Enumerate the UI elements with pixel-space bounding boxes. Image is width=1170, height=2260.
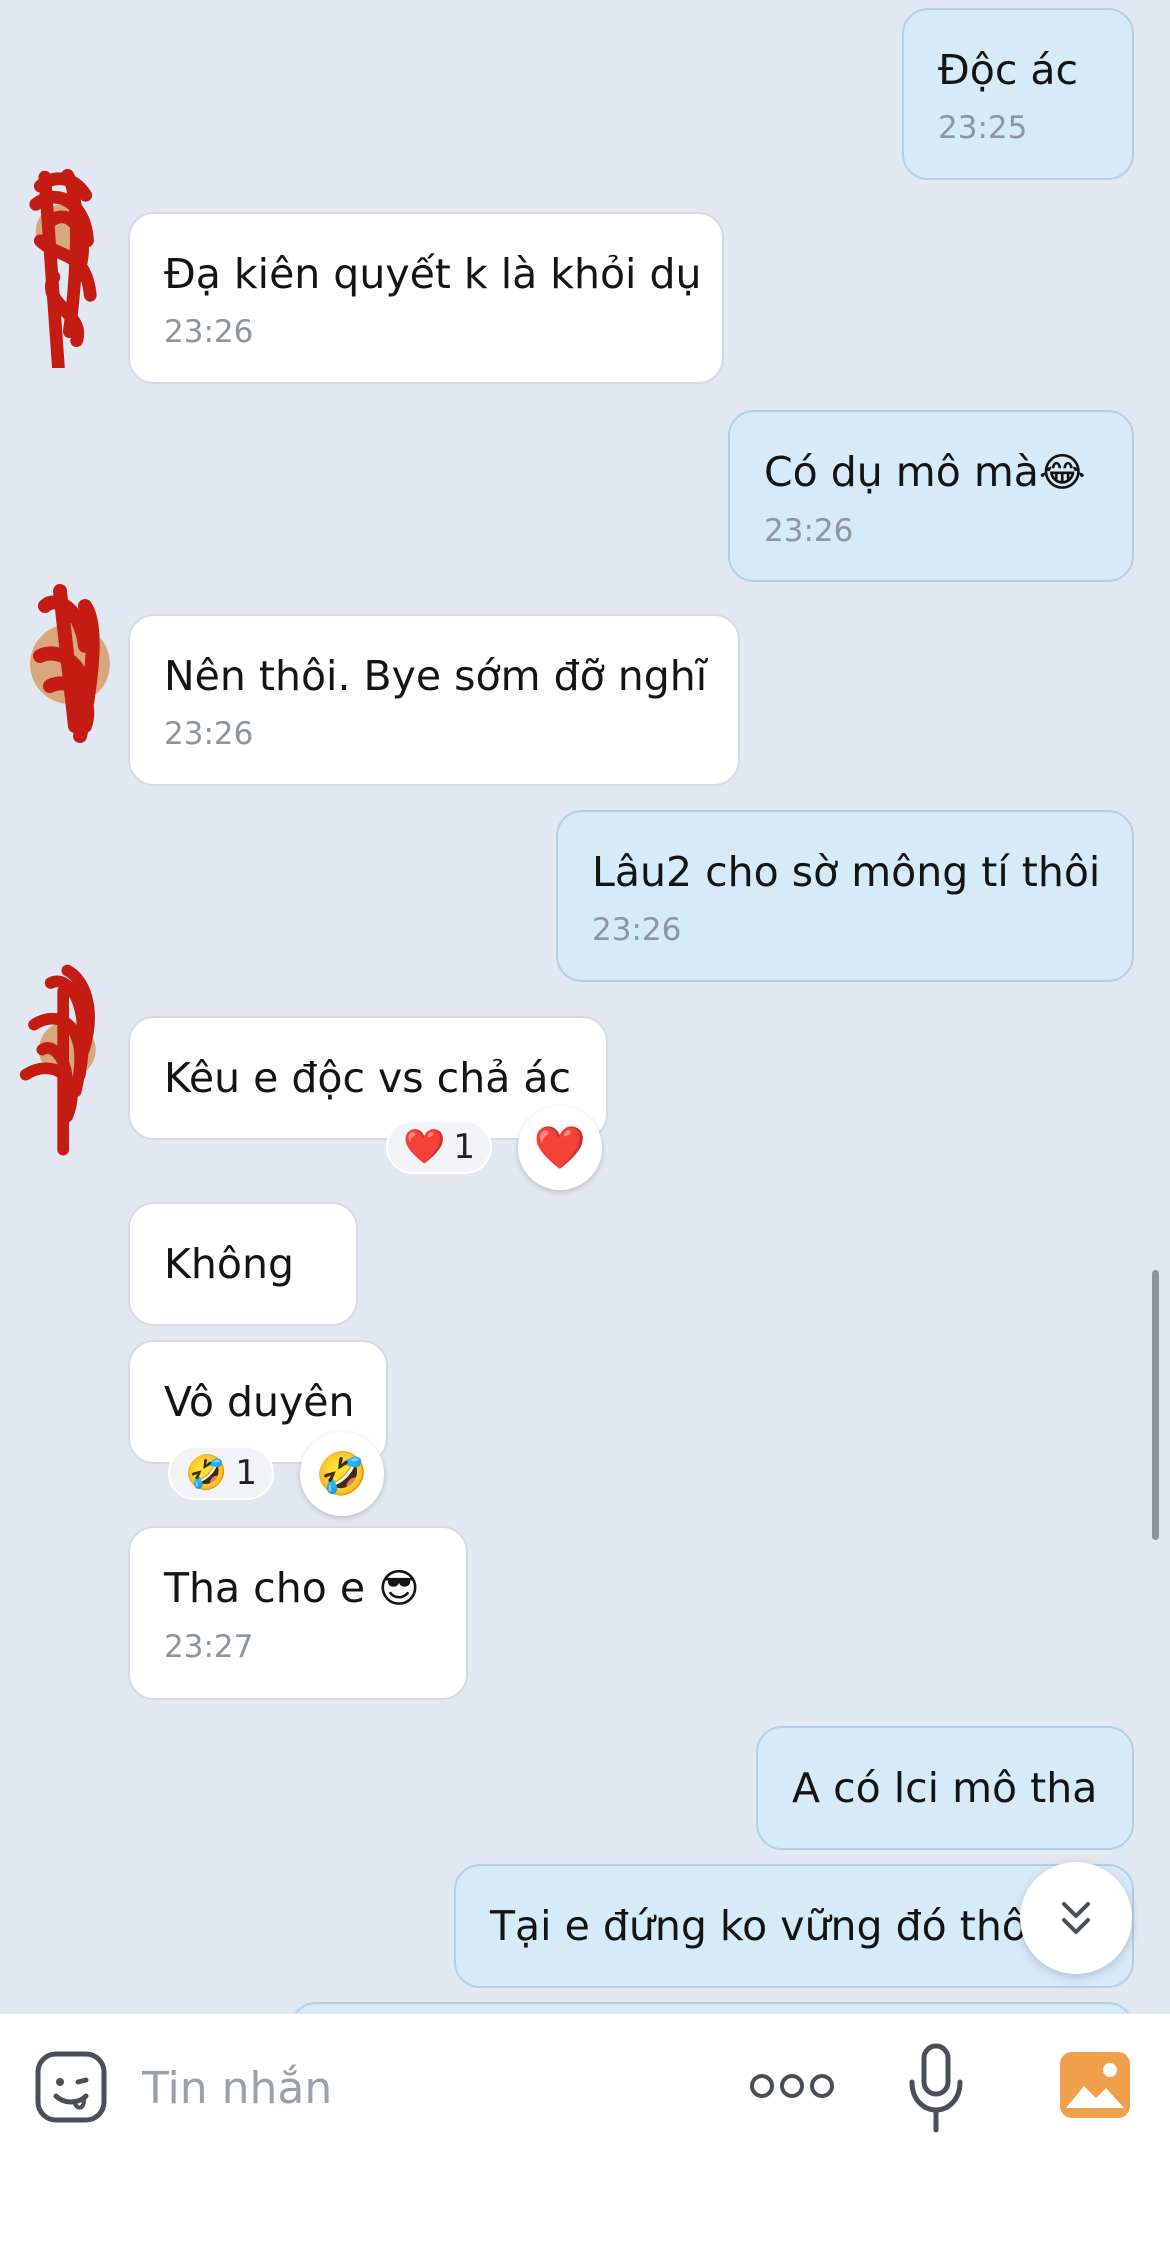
message-time: 23:26	[592, 912, 682, 948]
message-bubble-incoming[interactable]: Nên thôi. Bye sớm đỡ nghĩ 23:26	[128, 614, 740, 786]
avatar-redacted[interactable]	[30, 566, 120, 766]
reaction-count: 1	[453, 1127, 475, 1167]
message-text: Tại e đứng ko vững đó thô	[490, 1902, 1027, 1950]
message-text: Tha cho e	[164, 1564, 366, 1612]
message-text: A có lci mô tha	[792, 1764, 1098, 1812]
chat-area[interactable]: Độc ác 23:25 Đạ kiên quyết k là khỏi dụ …	[0, 0, 1170, 2013]
reaction-count-laugh[interactable]: 🤣 1	[168, 1446, 274, 1500]
more-dots-icon	[750, 2074, 834, 2098]
double-chevron-down-icon	[1062, 1902, 1090, 1934]
tears-of-joy-emoji: 😂	[1038, 450, 1086, 496]
message-bubble-outgoing[interactable]: Có dụ mô mà😂 23:26	[728, 410, 1134, 582]
message-text: Không	[164, 1240, 294, 1288]
message-time: 23:26	[164, 716, 254, 752]
more-options-button[interactable]	[748, 2064, 836, 2108]
message-text: Nên thôi. Bye sớm đỡ nghĩ	[164, 652, 708, 700]
react-laugh-button[interactable]: 🤣	[300, 1432, 384, 1516]
message-bubble-incoming[interactable]: Không	[128, 1202, 358, 1326]
message-input[interactable]	[140, 2044, 704, 2132]
heart-icon: ❤️	[533, 1123, 587, 1172]
scroll-to-bottom-button[interactable]	[1020, 1862, 1132, 1974]
message-text: Có dụ mô mà	[764, 448, 1039, 496]
message-text: Độc ác	[938, 46, 1079, 94]
laughing-emoji: 🤣	[185, 1453, 228, 1493]
avatar-redacted[interactable]	[14, 958, 104, 1158]
sticker-button[interactable]	[34, 2050, 108, 2124]
message-bubble-outgoing[interactable]: Lâu2 cho sờ mông tí thôi 23:26	[556, 810, 1134, 982]
reaction-count-heart[interactable]: ❤️ 1	[386, 1120, 492, 1174]
sticker-face-icon	[35, 2051, 107, 2123]
react-heart-button[interactable]: ❤️	[518, 1106, 602, 1190]
send-image-button[interactable]	[1058, 2050, 1132, 2120]
scrollbar-thumb[interactable]	[1152, 1270, 1159, 1540]
avatar-redacted[interactable]	[18, 168, 108, 368]
message-time: 23:25	[938, 110, 1028, 146]
voice-record-button[interactable]	[906, 2042, 966, 2134]
message-text: Kêu e độc vs chả ác	[164, 1054, 572, 1102]
message-text: Đạ kiên quyết k là khỏi dụ	[164, 250, 702, 298]
microphone-icon	[909, 2043, 963, 2133]
message-time: 23:27	[164, 1629, 254, 1665]
image-gallery-icon	[1060, 2052, 1130, 2118]
message-time: 23:26	[164, 314, 254, 350]
message-text: Lâu2 cho sờ mông tí thôi	[592, 848, 1101, 896]
message-bubble-incoming[interactable]: Tha cho e 😎 23:27	[128, 1526, 468, 1700]
message-bubble-outgoing[interactable]: Độc ác 23:25	[902, 8, 1134, 180]
message-input-bar	[0, 2013, 1170, 2260]
heart-emoji: ❤️	[403, 1127, 446, 1167]
sunglasses-emoji: 😎	[378, 1566, 420, 1612]
message-bubble-incoming[interactable]: Đạ kiên quyết k là khỏi dụ 23:26	[128, 212, 724, 384]
message-text: Vô duyên	[164, 1378, 355, 1426]
reaction-count: 1	[235, 1453, 257, 1493]
message-bubble-outgoing-partial[interactable]	[290, 2002, 1134, 2013]
message-bubble-outgoing[interactable]: A có lci mô tha	[756, 1726, 1134, 1850]
laughing-icon: 🤣	[315, 1449, 369, 1498]
message-time: 23:26	[764, 513, 854, 549]
